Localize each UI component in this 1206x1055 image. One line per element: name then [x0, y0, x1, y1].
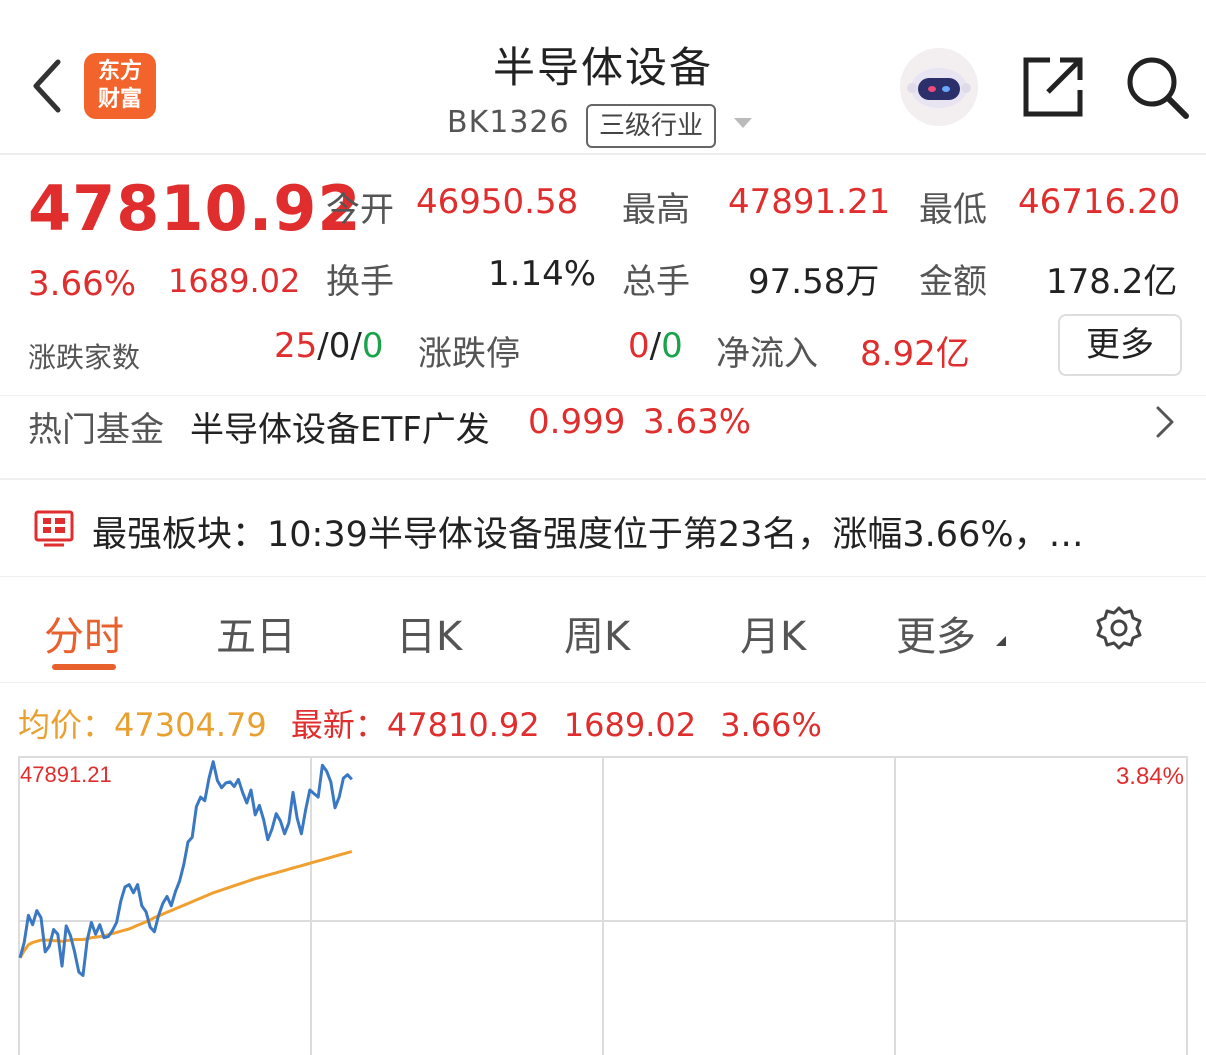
turnover-value: 1.14%: [488, 254, 597, 294]
open-value: 46950.58: [416, 182, 579, 222]
quote-divider: [0, 395, 1206, 396]
hot-fund-percent: 3.63%: [643, 402, 752, 442]
avg-value: 47304.79: [114, 706, 267, 744]
current-price: 47810.92: [28, 172, 362, 245]
dropdown-triangle-icon: [996, 636, 1006, 646]
avg-label: 均价：: [18, 706, 115, 744]
change-percent: 3.66%: [28, 264, 137, 304]
intraday-chart[interactable]: 47891.21 3.84%: [18, 756, 1188, 1055]
updown-count-value: 25/0/0: [274, 326, 384, 366]
limit-label: 涨跌停: [418, 334, 520, 374]
hot-fund-name[interactable]: 半导体设备ETF广发: [190, 402, 490, 451]
volume-label: 总手: [622, 262, 690, 302]
active-tab-indicator: [52, 664, 116, 670]
amount-label: 金额: [919, 262, 987, 302]
y-top-label: 47891.21: [20, 762, 112, 787]
tabs-divider: [0, 682, 1206, 683]
chart-grid: [18, 756, 1188, 1055]
updown-count-label: 涨跌家数: [28, 341, 141, 374]
more-button[interactable]: 更多: [1058, 314, 1182, 376]
low-label: 最低: [919, 190, 987, 230]
tab-intraday[interactable]: 分时: [44, 604, 124, 662]
latest-change: 1689.02: [563, 706, 697, 744]
section-divider: [0, 478, 1206, 480]
gear-icon[interactable]: [1094, 604, 1144, 654]
header-divider: [0, 153, 1206, 155]
open-label: 今开: [326, 190, 394, 230]
turnover-label: 换手: [326, 262, 394, 302]
limit-down-count: 0: [661, 326, 683, 366]
up-count: 25: [274, 326, 318, 366]
latest-label: 最新：: [290, 706, 387, 744]
limit-up-count: 0: [628, 326, 650, 366]
down-count: 0: [361, 326, 384, 366]
tab-more[interactable]: 更多: [896, 604, 976, 662]
high-value: 47891.21: [728, 182, 891, 222]
hot-fund-price: 0.999: [528, 402, 626, 442]
tab-daily-k[interactable]: 日K: [396, 604, 462, 662]
tab-weekly-k[interactable]: 周K: [564, 604, 630, 662]
hot-fund-label: 热门基金: [28, 410, 164, 450]
board-rank-icon: [34, 510, 74, 547]
limit-value: 0/0: [628, 326, 683, 366]
low-value: 46716.20: [1018, 182, 1181, 222]
netflow-value: 8.92亿: [860, 334, 970, 374]
tab-five-day[interactable]: 五日: [216, 604, 296, 662]
intraday-info-row: 均价：47304.79 最新：47810.92 1689.02 3.66%: [18, 700, 822, 746]
amount-value: 178.2亿: [1046, 262, 1178, 302]
robot-avatar-icon[interactable]: [900, 48, 978, 126]
change-amount: 1689.02: [168, 262, 301, 300]
latest-percent: 3.66%: [720, 706, 822, 744]
tab-monthly-k[interactable]: 月K: [740, 604, 806, 662]
latest-value: 47810.92: [386, 706, 540, 744]
average-price-line: [18, 850, 353, 959]
sector-level-tag: 三级行业: [586, 104, 716, 148]
netflow-label: 净流入: [716, 334, 818, 374]
chevron-down-icon[interactable]: [734, 118, 752, 128]
flat-count: 0: [328, 326, 351, 366]
strongest-board-news[interactable]: 最强板块：10:39半导体设备强度位于第23名，涨幅3.66%，…: [92, 506, 1182, 557]
search-icon[interactable]: [1124, 54, 1190, 120]
chevron-right-icon[interactable]: [1152, 404, 1178, 440]
sector-code: BK1326: [447, 105, 570, 140]
price-line: [18, 760, 353, 977]
high-label: 最高: [622, 190, 690, 230]
news-divider: [0, 576, 1206, 577]
pct-top-label: 3.84%: [1116, 763, 1184, 790]
volume-value: 97.58万: [748, 262, 880, 302]
share-icon[interactable]: [1020, 54, 1086, 120]
